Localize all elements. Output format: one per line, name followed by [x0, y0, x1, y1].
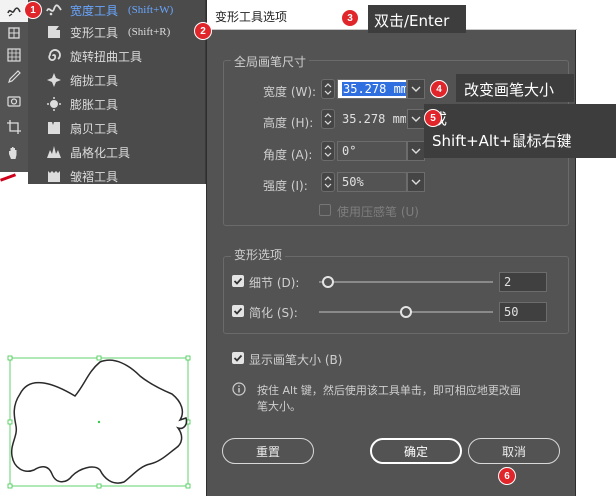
angle-spinner[interactable] [321, 141, 335, 161]
simplify-slider-thumb[interactable] [400, 306, 412, 318]
scallop-tool-icon [46, 120, 62, 136]
height-value: 35.278 mm [342, 112, 407, 126]
menu-item-bloat-tool[interactable]: 膨胀工具 [28, 92, 206, 116]
width-spinner[interactable] [321, 79, 335, 99]
color-swatch[interactable] [0, 172, 28, 184]
detail-checkbox[interactable] [232, 275, 244, 287]
callout-shortcut-text: Shift+Alt+鼠标右键 [432, 132, 572, 150]
info-icon [232, 382, 246, 396]
warp-options-group [223, 256, 569, 334]
wrinkle-tool-icon [46, 168, 62, 184]
free-distort-icon[interactable] [0, 22, 28, 44]
step-marker-4: 4 [430, 80, 448, 98]
grid-icon[interactable] [0, 44, 28, 66]
width-dropdown[interactable] [407, 79, 425, 99]
pressure-pen-label: 使用压感笔 (U) [337, 205, 419, 219]
intensity-value: 50% [342, 175, 364, 189]
intensity-label: 强度 (I): [263, 179, 308, 193]
menu-item-shortcut: (Shift+R) [128, 26, 171, 38]
height-dropdown[interactable] [407, 109, 425, 129]
intensity-field[interactable]: 50% [337, 172, 407, 192]
menu-item-label: 旋转扭曲工具 [70, 49, 143, 64]
dialog-title: 变形工具选项 [215, 10, 288, 24]
detail-slider-thumb[interactable] [321, 276, 334, 288]
hand-icon[interactable] [0, 142, 28, 164]
callout-double-click-text: 双击/Enter [374, 12, 450, 30]
menu-item-twirl-tool[interactable]: 旋转扭曲工具 [28, 44, 206, 68]
menu-item-warp-tool[interactable]: 变形工具 (Shift+R) [28, 20, 206, 44]
global-brush-group-title: 全局画笔尺寸 [231, 53, 310, 70]
menu-item-width-tool[interactable]: 宽度工具 (Shift+W) [28, 0, 206, 22]
bloat-tool-icon [46, 96, 62, 112]
pressure-pen-checkbox[interactable] [319, 204, 331, 216]
step-marker-3: 3 [341, 9, 359, 27]
angle-dropdown[interactable] [407, 141, 425, 161]
show-brush-size-checkbox[interactable] [232, 352, 244, 364]
ok-button[interactable]: 确定 [370, 438, 462, 464]
pucker-tool-icon [46, 72, 62, 88]
simplify-field[interactable]: 50 [499, 302, 547, 322]
height-spinner[interactable] [321, 109, 335, 129]
menu-item-wrinkle-tool[interactable]: 皱褶工具 [28, 164, 206, 188]
crystallize-tool-icon [46, 144, 62, 160]
info-line-2: 笔大小。 [257, 400, 301, 413]
width-value: 35.278 mm [342, 82, 406, 96]
tool-strip [0, 0, 28, 184]
detail-slider-track[interactable] [319, 281, 493, 283]
menu-item-scallop-tool[interactable]: 扇贝工具 [28, 116, 206, 140]
angle-value: 0° [342, 144, 357, 158]
crop-icon[interactable] [0, 116, 28, 138]
eyedropper-icon[interactable] [0, 66, 28, 88]
artboard[interactable] [0, 344, 206, 496]
width-tool-icon [46, 2, 62, 18]
step-marker-2: 2 [194, 22, 212, 40]
intensity-spinner[interactable] [321, 172, 335, 192]
warp-options-group-title: 变形选项 [231, 246, 286, 263]
show-brush-size-label: 显示画笔大小 (B) [249, 353, 343, 367]
step-marker-6: 6 [498, 467, 516, 485]
menu-item-label: 变形工具 [70, 25, 119, 40]
menu-item-shortcut: (Shift+W) [128, 4, 174, 16]
detail-label: 细节 (D): [249, 276, 300, 290]
width-label: 宽度 (W): [263, 85, 317, 99]
callout-change-size-text: 改变画笔大小 [464, 81, 555, 99]
menu-item-label: 晶格化工具 [70, 145, 131, 160]
step-marker-1: 1 [24, 1, 42, 19]
detail-field[interactable]: 2 [499, 272, 547, 292]
angle-label: 角度 (A): [263, 148, 313, 162]
twirl-tool-icon [46, 48, 62, 64]
intensity-dropdown[interactable] [407, 172, 425, 192]
menu-item-label: 膨胀工具 [70, 97, 119, 112]
warp-tool-icon [46, 24, 62, 40]
detail-value: 2 [504, 275, 512, 289]
menu-item-pucker-tool[interactable]: 缩拢工具 [28, 68, 206, 92]
menu-item-label: 扇贝工具 [70, 121, 119, 136]
info-text: 按住 Alt 键，然后使用该工具单击，即可相应地更改画 笔大小。 [257, 383, 521, 415]
reset-button[interactable]: 重置 [222, 438, 314, 464]
camera-icon[interactable] [0, 90, 28, 112]
height-field[interactable]: 35.278 mm [337, 109, 407, 129]
simplify-value: 50 [504, 305, 519, 319]
simplify-label: 简化 (S): [249, 306, 298, 320]
width-field[interactable]: 35.278 mm [337, 79, 407, 99]
height-label: 高度 (H): [263, 116, 314, 130]
menu-item-label: 皱褶工具 [70, 169, 119, 184]
callout-change-size: 改变画笔大小 [456, 74, 574, 102]
step-marker-5: 5 [424, 109, 442, 127]
info-line-1: 按住 Alt 键，然后使用该工具单击，即可相应地更改画 [257, 384, 521, 397]
cancel-button[interactable]: 取消 [468, 438, 560, 464]
menu-item-crystallize-tool[interactable]: 晶格化工具 [28, 140, 206, 164]
liquify-tools-flyout: 宽度工具 (Shift+W) 变形工具 (Shift+R) 旋转扭曲工具 缩拢工… [28, 0, 206, 184]
distorted-shape[interactable] [0, 344, 206, 496]
menu-item-label: 缩拢工具 [70, 73, 119, 88]
callout-shortcut: 或 Shift+Alt+鼠标右键 [424, 104, 616, 158]
callout-double-click: 双击/Enter [368, 5, 466, 33]
menu-item-label: 宽度工具 [70, 3, 119, 18]
callout-or-text: 或 [432, 108, 608, 130]
simplify-checkbox[interactable] [232, 305, 244, 317]
angle-field[interactable]: 0° [337, 141, 407, 161]
